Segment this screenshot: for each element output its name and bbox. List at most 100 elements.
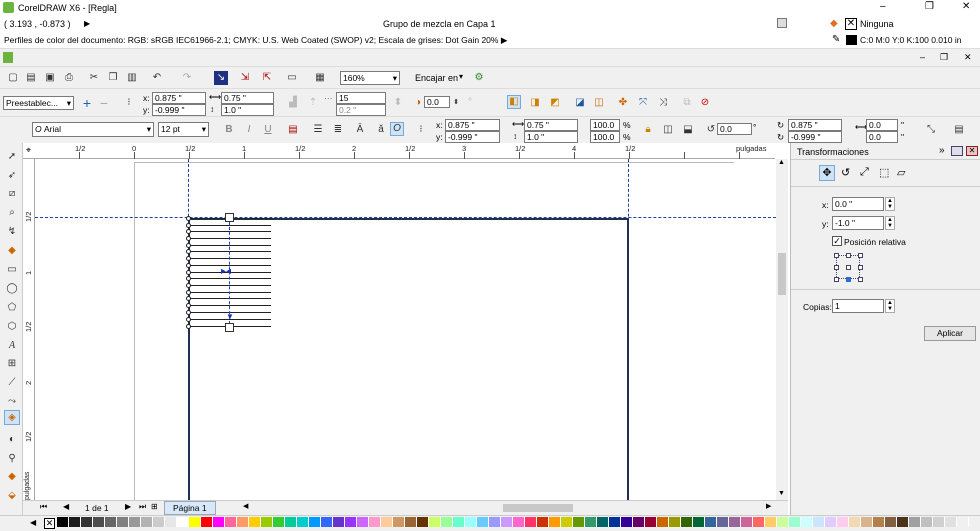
palette-swatch[interactable] <box>213 517 225 527</box>
loop-blend-icon[interactable]: ° <box>463 96 477 110</box>
relative-position-checkbox[interactable]: ✓ <box>832 236 842 246</box>
paste-icon[interactable]: ▥ <box>125 71 139 85</box>
palette-swatch[interactable] <box>69 517 81 527</box>
palette-swatch[interactable] <box>105 517 117 527</box>
scale-height-input[interactable]: 100.0 <box>590 131 620 143</box>
blend-height-input[interactable]: 1.0 " <box>221 104 274 116</box>
bold-icon[interactable]: B <box>222 123 236 137</box>
y-spinner-icon[interactable]: ▲ ▼ <box>885 216 895 230</box>
palette-swatch[interactable] <box>801 517 813 527</box>
palette-swatch[interactable] <box>825 517 837 527</box>
text-tool-icon[interactable]: A <box>4 338 20 353</box>
import-icon[interactable]: ↘ <box>214 71 228 85</box>
opentype-icon[interactable]: O <box>390 122 404 136</box>
docker-close-button[interactable]: ✕ <box>966 146 978 156</box>
scroll-down-icon[interactable]: ▼ <box>778 490 785 497</box>
clockwise-blend-icon[interactable]: ◨ <box>528 96 542 110</box>
text-height-input[interactable]: 1.0 " <box>524 131 578 143</box>
palette-swatch[interactable] <box>453 517 465 527</box>
palette-swatch[interactable] <box>477 517 489 527</box>
font-select[interactable]: O Arial ▾ <box>32 122 154 137</box>
blend-spacing-input[interactable]: 0.2 " <box>336 104 386 116</box>
rotate-transform-icon[interactable]: ↺ <box>841 166 850 179</box>
palette-swatch[interactable] <box>129 517 141 527</box>
options-icon[interactable]: ⚙ <box>472 71 486 85</box>
page-tab[interactable]: Página 1 <box>164 501 216 515</box>
palette-swatch[interactable] <box>585 517 597 527</box>
text-y-input[interactable]: -0.999 " <box>445 131 500 143</box>
transform-y-input[interactable]: -1.0 " <box>832 216 884 230</box>
position-transform-icon[interactable]: ✥ <box>819 165 835 181</box>
counterclockwise-blend-icon[interactable]: ◩ <box>548 96 562 110</box>
scale-mirror-icon[interactable]: ⤢ <box>860 166 869 179</box>
palette-swatch[interactable] <box>573 517 585 527</box>
palette-swatch[interactable] <box>285 517 297 527</box>
color-profiles[interactable]: Perfiles de color del documento: RGB: sR… <box>4 35 507 46</box>
palette-swatch[interactable] <box>525 517 537 527</box>
rectangle-tool-icon[interactable]: ▭ <box>4 262 20 277</box>
print-icon[interactable]: ⎙ <box>62 71 76 85</box>
vertical-scroll-thumb[interactable] <box>778 253 786 295</box>
path-properties-icon[interactable]: ⤨ <box>656 96 670 110</box>
palette-swatch[interactable] <box>549 517 561 527</box>
cut-icon[interactable]: ✂ <box>87 71 101 85</box>
palette-swatch[interactable] <box>201 517 213 527</box>
doc-minimize-button[interactable]: – <box>920 52 925 62</box>
palette-swatch[interactable] <box>429 517 441 527</box>
palette-swatch[interactable] <box>681 517 693 527</box>
doc-close-button[interactable]: ✕ <box>964 52 972 63</box>
palette-swatch[interactable] <box>513 517 525 527</box>
bullet-list-icon[interactable]: ☰ <box>311 123 325 137</box>
palette-swatch[interactable] <box>729 517 741 527</box>
convert-to-curves-icon[interactable]: ⤡ <box>924 123 938 137</box>
doc-restore-button[interactable]: ❐ <box>940 52 948 63</box>
palette-swatch[interactable] <box>141 517 153 527</box>
edit-text-icon[interactable]: ǎ <box>374 123 388 137</box>
undo-icon[interactable]: ↶ <box>150 71 164 85</box>
more-blend-options-icon[interactable]: ✤ <box>616 96 630 110</box>
ellipse-tool-icon[interactable]: ◯ <box>4 281 20 296</box>
zoom-tool-icon[interactable]: ⌕ <box>4 205 20 220</box>
clear-blend-icon[interactable]: ⊘ <box>698 96 712 110</box>
palette-swatch[interactable] <box>561 517 573 527</box>
palette-swatch[interactable] <box>813 517 825 527</box>
previous-page-icon[interactable]: ◀ <box>63 502 69 511</box>
palette-swatch[interactable] <box>93 517 105 527</box>
palette-swatch[interactable] <box>357 517 369 527</box>
redo-icon[interactable]: ↷ <box>180 71 194 85</box>
save-icon[interactable]: ▣ <box>43 71 57 85</box>
palette-swatch[interactable] <box>657 517 669 527</box>
size-transform-icon[interactable]: ⬚ <box>879 166 889 179</box>
blend-tool-icon[interactable]: ◈ <box>4 410 20 425</box>
open-icon[interactable]: ▤ <box>24 71 38 85</box>
palette-swatch[interactable] <box>441 517 453 527</box>
palette-swatch[interactable] <box>57 517 69 527</box>
palette-swatch[interactable] <box>609 517 621 527</box>
text-rotation-input[interactable]: 0.0 <box>717 123 752 135</box>
new-document-icon[interactable]: ▢ <box>6 71 20 85</box>
copies-spinner-icon[interactable]: ▲ ▼ <box>885 299 895 313</box>
text-x-input[interactable]: 0.875 " <box>445 119 500 131</box>
next-page-icon[interactable]: ▶ <box>125 502 131 511</box>
no-color-swatch[interactable]: ✕ <box>44 518 55 529</box>
freehand-tool-icon[interactable]: ↯ <box>4 224 20 239</box>
palette-swatch[interactable] <box>753 517 765 527</box>
palette-swatch[interactable] <box>873 517 885 527</box>
ruler-origin-icon[interactable]: ⌖ <box>26 145 31 156</box>
palette-swatch[interactable] <box>381 517 393 527</box>
apply-button[interactable]: Aplicar <box>924 326 976 341</box>
palette-swatch[interactable] <box>597 517 609 527</box>
scroll-up-icon[interactable]: ▲ <box>778 159 785 166</box>
palette-swatch[interactable] <box>345 517 357 527</box>
application-launcher-icon[interactable]: ▭ <box>285 71 299 85</box>
polygon-tool-icon[interactable]: ⬠ <box>4 300 20 315</box>
color-acceleration-icon[interactable]: ◫ <box>592 96 606 110</box>
palette-swatch[interactable] <box>705 517 717 527</box>
palette-swatch[interactable] <box>957 517 969 527</box>
publish-pdf-icon[interactable]: ⇱ <box>260 71 274 85</box>
palette-swatch[interactable] <box>501 517 513 527</box>
vertical-scrollbar[interactable]: ▲ ▼ <box>776 159 788 500</box>
copy-blend-icon[interactable]: ⧉ <box>680 96 694 110</box>
zoom-select[interactable]: 160% ▾ <box>340 71 400 85</box>
palette-scroll-left-icon[interactable]: ◀ <box>30 518 36 527</box>
